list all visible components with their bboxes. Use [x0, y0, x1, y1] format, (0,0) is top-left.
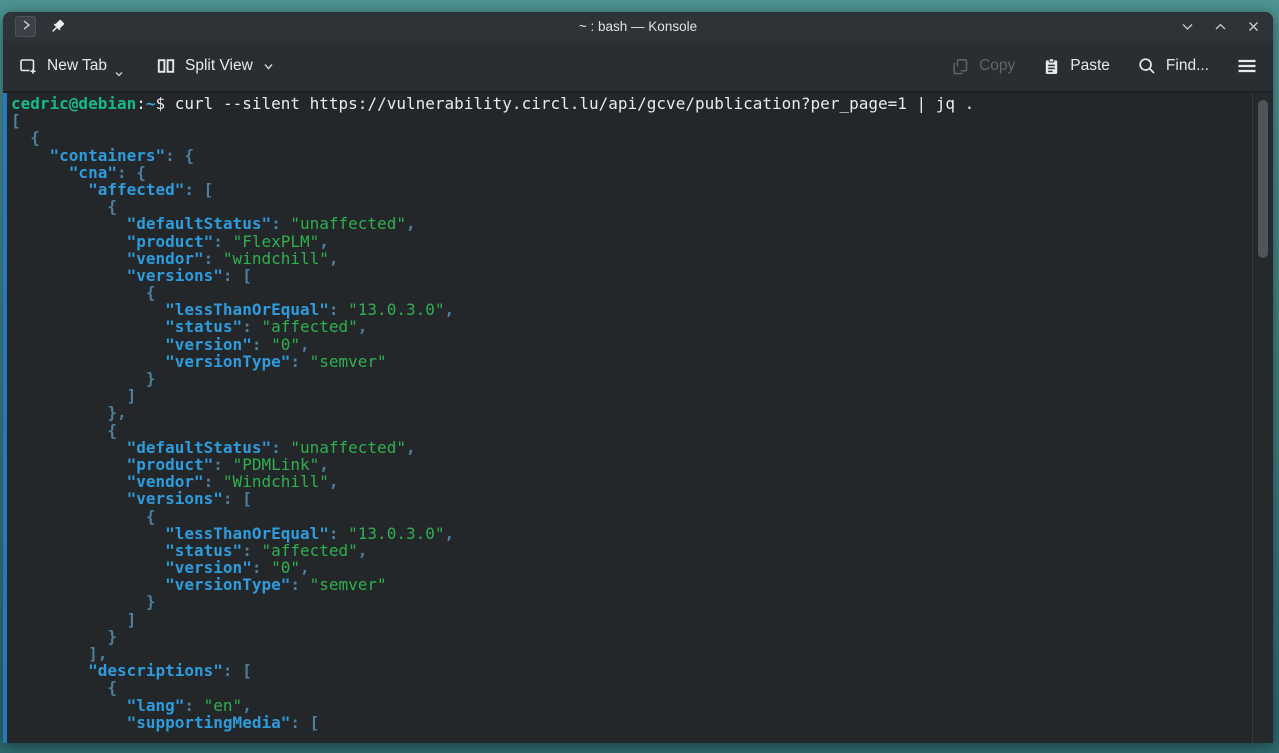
chevron-right-icon [20, 18, 32, 36]
terminal-line: "status": "affected", [11, 318, 1249, 335]
new-tab-button[interactable]: New Tab [18, 56, 126, 76]
terminal-line: "cna": { [11, 164, 1249, 181]
terminal-line: { [11, 508, 1249, 525]
scrollbar-thumb[interactable] [1258, 100, 1268, 258]
terminal-line: "versionType": "semver" [11, 576, 1249, 593]
tab-new-icon [18, 56, 38, 76]
focus-indicator-strip [3, 93, 7, 743]
terminal-line: { [11, 422, 1249, 439]
terminal-line: cedric@debian:~$ curl --silent https://v… [11, 95, 1249, 112]
terminal-line: "vendor": "windchill", [11, 250, 1249, 267]
titlebar: ~ : bash — Konsole [3, 12, 1273, 41]
find-label: Find... [1166, 57, 1209, 75]
terminal-scrollbar[interactable] [1252, 93, 1273, 743]
new-tab-dropdown-chevron-icon[interactable] [114, 69, 124, 79]
terminal-line: { [11, 129, 1249, 146]
split-view-button[interactable]: Split View [156, 56, 275, 76]
terminal-line: "version": "0", [11, 559, 1249, 576]
terminal-line: "supportingMedia": [ [11, 714, 1249, 731]
terminal-line: "defaultStatus": "unaffected", [11, 215, 1249, 232]
terminal-line: "affected": [ [11, 181, 1249, 198]
terminal-line: [ [11, 112, 1249, 129]
terminal-line: "containers": { [11, 147, 1249, 164]
terminal-line: "defaultStatus": "unaffected", [11, 439, 1249, 456]
split-view-dropdown-chevron-icon[interactable] [262, 60, 275, 73]
paste-label: Paste [1070, 57, 1110, 75]
paste-button[interactable]: Paste [1042, 57, 1110, 76]
menu-button[interactable] [1236, 56, 1258, 76]
new-tab-label: New Tab [47, 57, 107, 75]
terminal-line: "descriptions": [ [11, 662, 1249, 679]
split-view-icon [156, 56, 176, 76]
terminal-line: { [11, 198, 1249, 215]
terminal-line: ] [11, 611, 1249, 628]
hamburger-menu-icon [1236, 56, 1258, 76]
copy-icon [951, 57, 970, 76]
split-view-label: Split View [185, 57, 253, 75]
maximize-button[interactable] [1213, 19, 1228, 34]
terminal-line: "product": "FlexPLM", [11, 233, 1249, 250]
terminal-line: "version": "0", [11, 336, 1249, 353]
titlebar-overflow-button[interactable] [15, 16, 36, 37]
find-button[interactable]: Find... [1137, 56, 1209, 76]
terminal-line: }, [11, 404, 1249, 421]
terminal-line: } [11, 628, 1249, 645]
terminal-line: "status": "affected", [11, 542, 1249, 559]
terminal-line: { [11, 284, 1249, 301]
toolbar: New Tab Split View [3, 41, 1273, 93]
terminal-line: "lessThanOrEqual": "13.0.3.0", [11, 301, 1249, 318]
minimize-button[interactable] [1180, 19, 1195, 34]
window-title: ~ : bash — Konsole [3, 19, 1273, 34]
terminal-line: "versions": [ [11, 267, 1249, 284]
close-button[interactable] [1246, 19, 1261, 34]
search-icon [1137, 56, 1157, 76]
terminal-line: "versions": [ [11, 490, 1249, 507]
terminal-line: } [11, 370, 1249, 387]
terminal-line: } [11, 593, 1249, 610]
copy-button[interactable]: Copy [951, 57, 1015, 76]
terminal-line: "lessThanOrEqual": "13.0.3.0", [11, 525, 1249, 542]
paste-clipboard-icon [1042, 57, 1061, 76]
copy-label: Copy [979, 57, 1015, 75]
terminal-output: cedric@debian:~$ curl --silent https://v… [11, 95, 1249, 731]
pin-icon[interactable] [49, 18, 66, 35]
terminal-line: "vendor": "Windchill", [11, 473, 1249, 490]
terminal-line: "versionType": "semver" [11, 353, 1249, 370]
terminal-line: "product": "PDMLink", [11, 456, 1249, 473]
terminal-line: ] [11, 387, 1249, 404]
terminal-view[interactable]: cedric@debian:~$ curl --silent https://v… [3, 93, 1273, 743]
terminal-line: "lang": "en", [11, 697, 1249, 714]
terminal-line: ], [11, 645, 1249, 662]
konsole-window: ~ : bash — Konsole [3, 12, 1273, 743]
terminal-line: { [11, 679, 1249, 696]
